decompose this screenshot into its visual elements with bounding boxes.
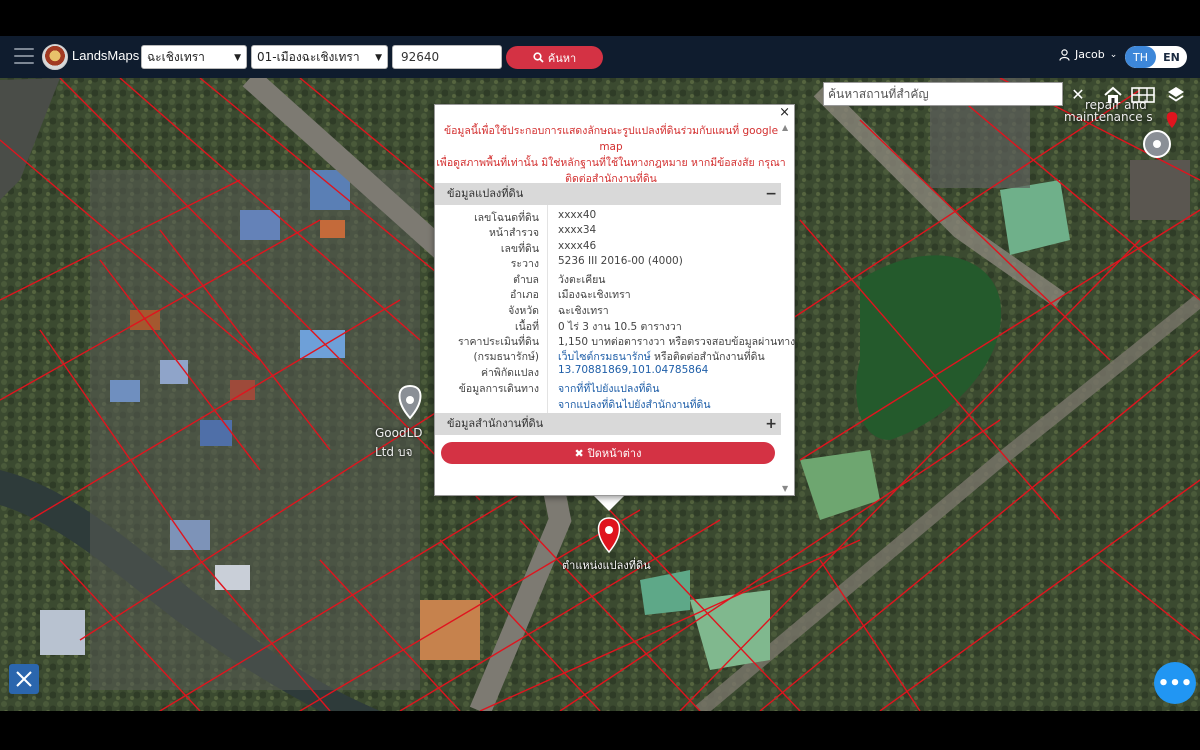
section-office-title: ข้อมูลสำนักงานที่ดิน <box>447 417 544 430</box>
brand-name: LandsMaps <box>72 48 140 63</box>
info-row: ค่าพิกัดแปลง 13.70881869,101.04785864 <box>435 364 781 379</box>
coordinate-link[interactable]: 13.70881869,101.04785864 <box>558 364 708 376</box>
info-row: จังหวัด ฉะเชิงเทรา <box>435 302 781 317</box>
lang-th-button[interactable]: TH <box>1125 46 1156 68</box>
row-label: จังหวัด <box>508 305 539 317</box>
row-value: เว็บไซต์กรมธนารักษ์ หรือติดต่อสำนักงานที… <box>558 348 765 365</box>
section-office-header[interactable]: ข้อมูลสำนักงานที่ดิน + <box>435 413 781 435</box>
row-label: (กรมธนารักษ์) <box>473 351 539 363</box>
info-row: จากแปลงที่ดินไปยังสำนักงานที่ดิน <box>435 396 781 411</box>
layers-icon[interactable] <box>1163 82 1189 108</box>
info-row: ข้อมูลการเดินทาง จากที่ที่ไปยังแปลงที่ดิน <box>435 380 781 395</box>
close-icon[interactable]: ✕ <box>1066 82 1090 106</box>
lang-en-button[interactable]: EN <box>1156 46 1187 68</box>
row-label: ค่าพิกัดแปลง <box>480 367 539 379</box>
row-value-rest: หรือติดต่อสำนักงานที่ดิน <box>650 351 765 363</box>
chevron-down-icon: ▼ <box>375 53 382 63</box>
search-icon <box>533 52 544 63</box>
row-value: xxxx34 <box>558 224 597 236</box>
row-label: อำเภอ <box>509 289 539 301</box>
row-value: 5236 III 2016-00 (4000) <box>558 255 683 267</box>
directions-to-parcel-link[interactable]: จากที่ที่ไปยังแปลงที่ดิน <box>558 380 659 397</box>
measure-tool-button[interactable] <box>9 664 39 694</box>
province-select[interactable]: ฉะเชิงเทรา ▼ <box>141 45 247 69</box>
info-row: เนื้อที่ 0 ไร่ 3 งาน 10.5 ตารางวา <box>435 318 781 333</box>
close-window-button[interactable]: ✖ ปิดหน้าต่าง <box>441 442 775 464</box>
parcel-pin-label: ตำแหน่งแปลงที่ดิน <box>562 559 651 572</box>
row-value: xxxx40 <box>558 209 597 221</box>
user-menu[interactable]: Jacob ⌄ <box>1059 48 1117 61</box>
menu-icon[interactable] <box>14 48 34 64</box>
row-label: ระวาง <box>510 258 539 270</box>
disclaimer-text: ข้อมูลนี้เพื่อใช้ประกอบการแสดงลักษณะรูปแ… <box>435 123 787 187</box>
parcel-number-input[interactable]: 92640 <box>392 45 502 69</box>
directions-to-office-link[interactable]: จากแปลงที่ดินไปยังสำนักงานที่ดิน <box>558 396 711 413</box>
row-label: ข้อมูลการเดินทาง <box>458 383 539 395</box>
place-search-input[interactable]: ค้นหาสถานที่สำคัญ <box>823 82 1063 106</box>
section-parcel-title: ข้อมูลแปลงที่ดิน <box>447 187 524 200</box>
disclaimer-line: ข้อมูลนี้เพื่อใช้ประกอบการแสดงลักษณะรูปแ… <box>443 125 779 153</box>
chevron-down-icon: ▼ <box>234 53 241 63</box>
row-value: เมืองฉะเชิงเทรา <box>558 289 631 301</box>
section-parcel-header[interactable]: ข้อมูลแปลงที่ดิน − <box>435 183 781 205</box>
home-icon[interactable] <box>1100 82 1126 108</box>
info-row: เลขโฉนดที่ดิน xxxx40 <box>435 209 781 224</box>
more-icon: ••• <box>1157 672 1193 694</box>
scroll-up-icon[interactable]: ▲ <box>782 123 788 132</box>
row-label: หน้าสำรวจ <box>489 227 539 239</box>
grid-icon[interactable] <box>1129 82 1157 108</box>
district-select-value: 01-เมืองฉะเชิงเทรา <box>257 49 360 64</box>
info-row: เลขที่ดิน xxxx46 <box>435 240 781 255</box>
district-select[interactable]: 01-เมืองฉะเชิงเทรา ▼ <box>251 45 388 69</box>
place-marker[interactable] <box>1143 130 1171 158</box>
ruler-pencil-icon <box>16 671 32 687</box>
search-button-label: ค้นหา <box>547 51 577 65</box>
search-button[interactable]: ค้นหา <box>506 46 603 69</box>
row-value: xxxx46 <box>558 240 597 252</box>
parcel-info-popup: × ข้อมูลนี้เพื่อใช้ประกอบการแสดงลักษณะรู… <box>434 104 795 496</box>
user-icon <box>1059 48 1070 61</box>
business-label-2: Ltd บจ <box>375 445 413 459</box>
province-select-value: ฉะเชิงเทรา <box>147 49 205 64</box>
collapse-icon[interactable]: − <box>765 183 777 205</box>
popup-scrollbar[interactable]: ▲ ▼ <box>782 123 792 493</box>
expand-icon[interactable]: + <box>765 413 777 435</box>
row-value: ฉะเชิงเทรา <box>558 305 609 317</box>
close-window-label: ปิดหน้าต่าง <box>587 447 642 460</box>
info-row: อำเภอ เมืองฉะเชิงเทรา <box>435 286 781 301</box>
popup-pointer <box>593 495 625 511</box>
chevron-down-icon: ⌄ <box>1109 49 1118 60</box>
more-options-button[interactable]: ••• <box>1154 662 1196 704</box>
app-screen: LandsMaps ฉะเชิงเทรา ▼ 01-เมืองฉะเชิงเทร… <box>0 0 1200 750</box>
user-name: Jacob <box>1075 48 1105 61</box>
poi-label-2: maintenance s <box>1064 110 1153 124</box>
info-row: ตำบล วังตะเคียน <box>435 271 781 286</box>
language-toggle[interactable]: TH EN <box>1125 46 1187 68</box>
info-row: ราคาประเมินที่ดิน 1,150 บาทต่อตารางวา หรื… <box>435 333 795 348</box>
disclaimer-line: เพื่อดูสภาพพื้นที่เท่านั้น มิใช่หลักฐานท… <box>436 157 786 169</box>
landsmaps-logo <box>42 44 68 70</box>
info-row: (กรมธนารักษ์) เว็บไซต์กรมธนารักษ์ หรือติด… <box>435 348 781 363</box>
scroll-down-icon[interactable]: ▼ <box>782 484 788 493</box>
treasury-website-link[interactable]: เว็บไซต์กรมธนารักษ์ <box>558 351 651 363</box>
close-icon: ✖ <box>574 446 584 460</box>
info-row: ระวาง 5236 III 2016-00 (4000) <box>435 255 781 270</box>
business-label: GoodLD <box>375 426 423 440</box>
close-icon[interactable]: × <box>779 105 790 120</box>
info-row: หน้าสำรวจ xxxx34 <box>435 224 781 239</box>
